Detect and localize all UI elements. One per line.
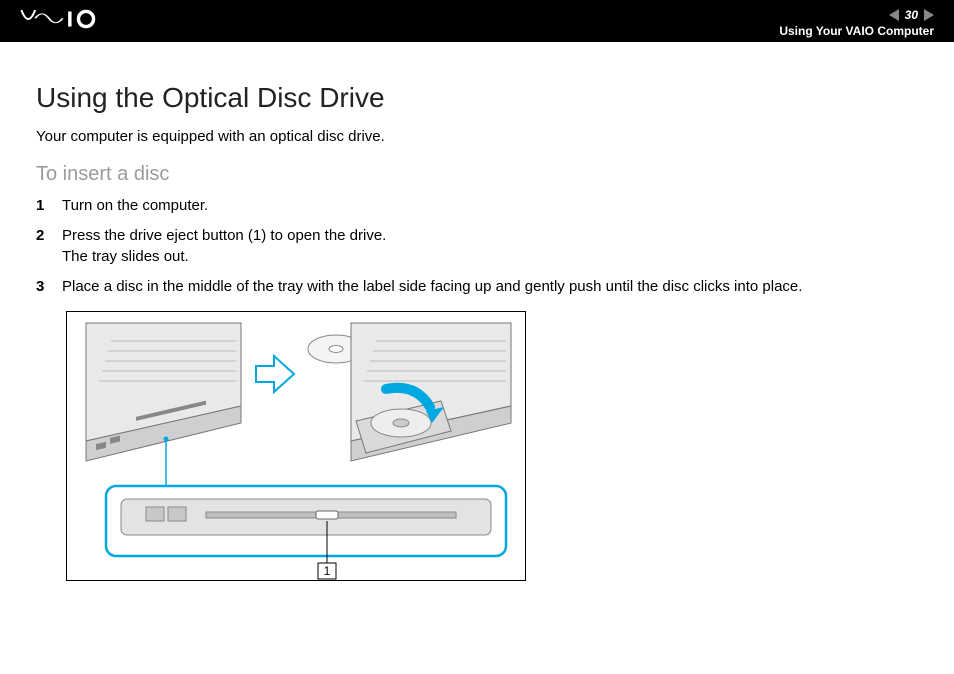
subheading: To insert a disc [36,163,918,186]
step-item: 2 Press the drive eject button (1) to op… [36,226,918,267]
intro-text: Your computer is equipped with an optica… [36,128,918,145]
next-page-icon[interactable] [924,9,934,21]
step-text: Press the drive eject button (1) to open… [62,226,918,267]
step-number: 2 [36,226,62,246]
header-right: 30 Using Your VAIO Computer [779,8,934,38]
page-number: 30 [905,8,918,22]
side-view-detail-icon [106,486,506,556]
callout-number: 1 [324,564,331,578]
vaio-logo [20,0,130,38]
step-text: Turn on the computer. [62,196,918,216]
steps-list: 1 Turn on the computer. 2 Press the driv… [36,196,918,297]
header-bar: 30 Using Your VAIO Computer [0,0,954,42]
page-content: Using the Optical Disc Drive Your comput… [0,42,954,606]
step-number: 3 [36,277,62,297]
step-item: 1 Turn on the computer. [36,196,918,216]
step-text: Place a disc in the middle of the tray w… [62,277,918,297]
page-title: Using the Optical Disc Drive [36,82,918,114]
prev-page-icon[interactable] [889,9,899,21]
page-navigation: 30 [889,8,934,22]
section-title: Using Your VAIO Computer [779,24,934,38]
step-item: 3 Place a disc in the middle of the tray… [36,277,918,297]
step-number: 1 [36,196,62,216]
instruction-figure: 1 [66,311,918,586]
